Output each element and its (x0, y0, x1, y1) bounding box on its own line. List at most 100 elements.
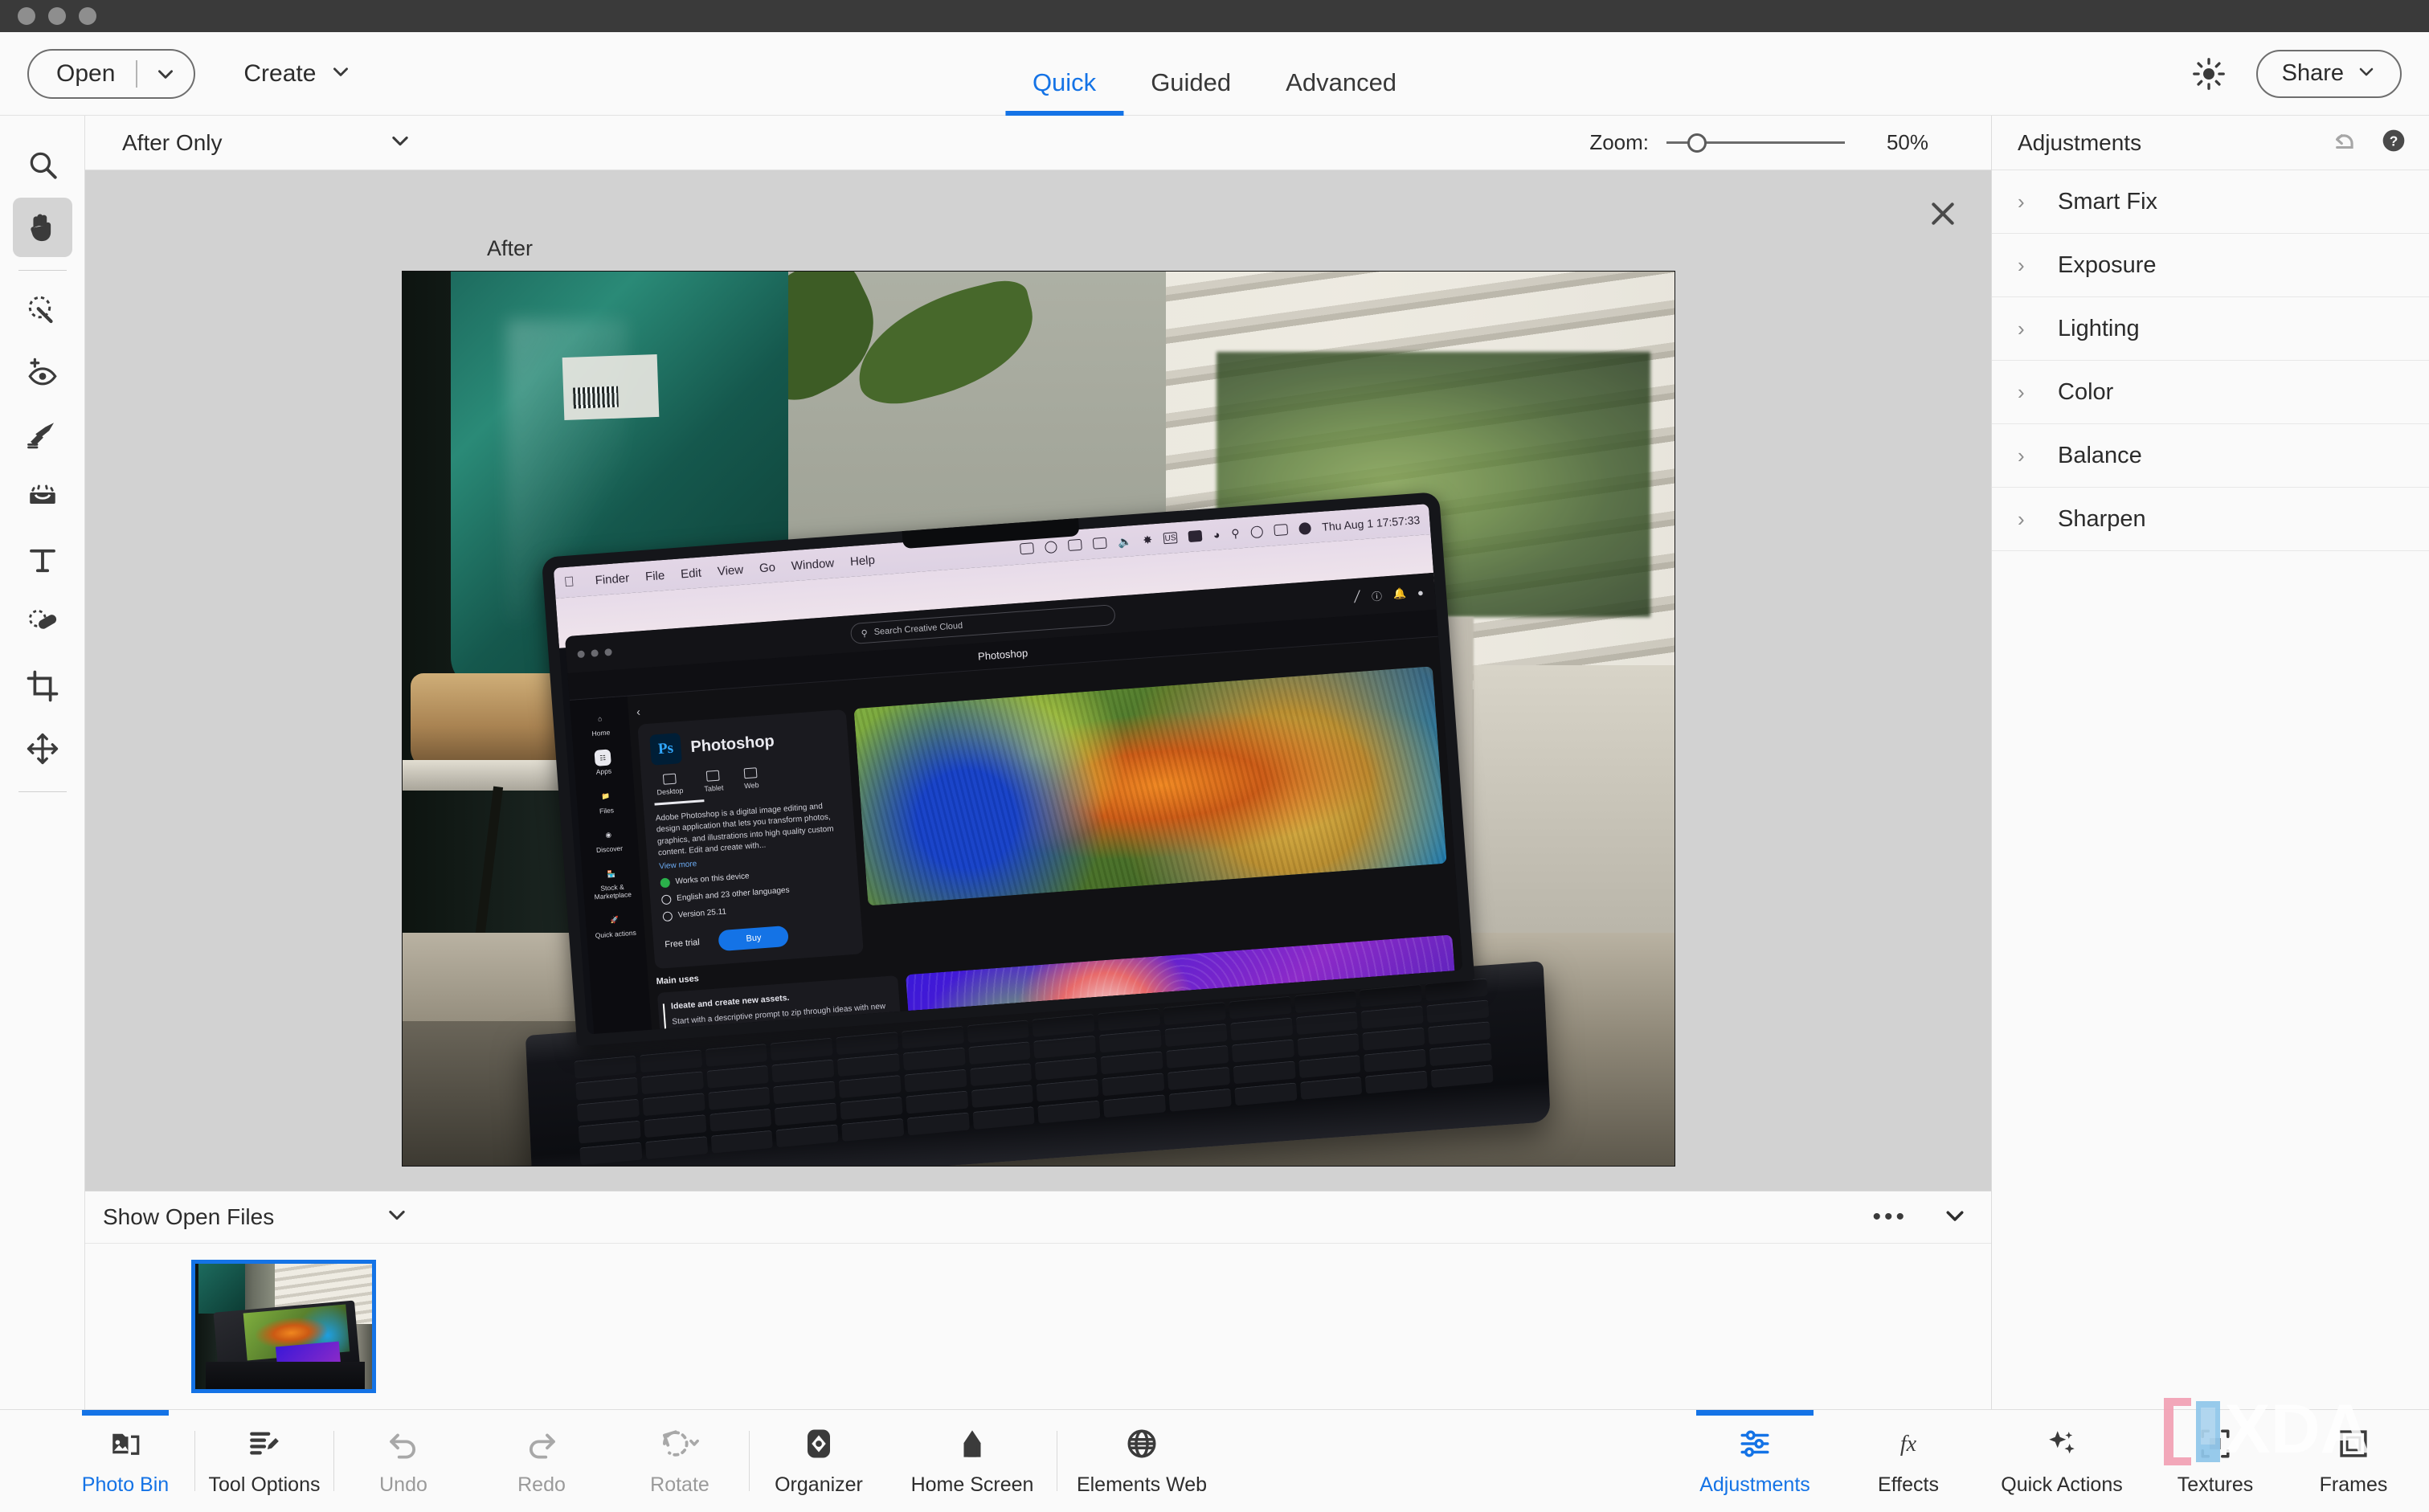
share-button[interactable]: Share (2255, 49, 2402, 98)
photo-pot-sticker (562, 353, 659, 421)
cc-rail-apps: ☷ Apps (593, 749, 611, 777)
tab-advanced[interactable]: Advanced (1258, 70, 1424, 116)
adjustment-lighting[interactable]: › Lighting (1992, 297, 2429, 361)
bottom-tool-options[interactable]: Tool Options (195, 1410, 333, 1512)
tool-options-icon (247, 1425, 281, 1462)
bottom-quick-actions[interactable]: Quick Actions (1977, 1410, 2146, 1512)
bottom-redo[interactable]: Redo (472, 1410, 611, 1512)
close-image-button[interactable] (1924, 194, 1962, 233)
zoom-tool[interactable] (13, 135, 72, 194)
bottom-undo[interactable]: Undo (334, 1410, 472, 1512)
tab-quick[interactable]: Quick (1004, 70, 1124, 116)
mac-menu-edit: Edit (669, 566, 701, 582)
brush-icon (27, 423, 54, 449)
cc-help-icon: ⓘ (1370, 590, 1382, 603)
window-minimize-button[interactable] (48, 7, 66, 25)
cc-rail-quick-actions: 🚀 Quick actions (593, 911, 636, 940)
quick-selection-tool[interactable] (13, 280, 72, 340)
bottom-adjustments-label: Adjustments (1699, 1473, 1810, 1496)
bottom-home-screen[interactable]: Home Screen (888, 1410, 1057, 1512)
open-button[interactable]: Open (27, 48, 196, 99)
app-menubar: Open Create Quick Guided Advanced Share (0, 32, 2429, 116)
cc-content: ⌂ Home ☷ Apps 📁 Files ◉ Discover 🏪 Stock… (569, 637, 1462, 1034)
teeth-whitening-tool[interactable] (13, 468, 72, 528)
mac-status-clock: Thu Aug 1 17:57:33 (1321, 513, 1421, 533)
bottom-rotate[interactable]: Rotate (611, 1410, 749, 1512)
textures-icon (2198, 1425, 2232, 1462)
bottom-photo-bin[interactable]: Photo Bin (56, 1410, 194, 1512)
mode-tabs: Quick Guided Advanced (1004, 32, 1424, 116)
cc-rail-files: 📁 Files (597, 788, 615, 815)
stage-manager-icon (1067, 538, 1082, 552)
image-canvas[interactable]: After Finder File Edit View Go Window He… (85, 170, 1991, 1191)
window-maximize-button[interactable] (79, 7, 96, 25)
create-button[interactable]: Create (229, 49, 366, 99)
zoom-slider-thumb[interactable] (1687, 133, 1707, 153)
adjustment-sharpen[interactable]: › Sharpen (1992, 488, 2429, 551)
view-mode-select[interactable]: After Only (122, 129, 411, 157)
cc-rail-files-label: Files (599, 806, 614, 815)
adjustment-color[interactable]: › Color (1992, 361, 2429, 424)
window-close-button[interactable] (18, 7, 35, 25)
hand-tool[interactable] (12, 198, 72, 257)
thumbnail-keyboard (206, 1361, 366, 1389)
help-circle-icon[interactable]: ? (2381, 128, 2407, 157)
mac-menu-help: Help (839, 553, 875, 570)
chevron-right-icon: › (2018, 379, 2025, 404)
tab-guided[interactable]: Guided (1123, 70, 1258, 116)
type-tool[interactable] (13, 531, 72, 590)
view-toolbar: After Only Zoom: 50% (85, 116, 1991, 170)
bottom-organizer-label: Organizer (775, 1473, 863, 1496)
cc-toolbar-right: ╱ ⓘ 🔔 ● (1353, 584, 1424, 604)
adjustments-panel-title: Adjustments (2018, 129, 2142, 155)
photo-bin-thumbnail[interactable] (191, 1260, 376, 1393)
cc-close-dot (576, 649, 585, 658)
cc-rail-discover-label: Discover (595, 844, 623, 855)
organizer-icon (802, 1425, 836, 1462)
spot-healing-tool[interactable] (13, 594, 72, 653)
chevron-down-icon[interactable] (137, 63, 194, 84)
bottom-adjustments[interactable]: Adjustments (1670, 1410, 1839, 1512)
bottom-elements-web[interactable]: Elements Web (1057, 1410, 1226, 1512)
adjustment-exposure[interactable]: › Exposure (1992, 234, 2429, 297)
platform-desktop: Desktop (655, 773, 683, 796)
bottom-redo-label: Redo (517, 1473, 566, 1496)
chevron-right-icon: › (2018, 252, 2025, 277)
tool-strip (0, 116, 85, 1409)
bottom-organizer[interactable]: Organizer (750, 1410, 888, 1512)
bottom-textures[interactable]: Textures (2146, 1410, 2284, 1512)
grid-apps-icon: ☷ (593, 749, 611, 767)
zoom-slider[interactable] (1666, 132, 1845, 154)
move-arrows-icon (27, 733, 58, 765)
photo-image[interactable]:  Finder File Edit View Go Window Help (401, 271, 1675, 1167)
bottom-rotate-label: Rotate (650, 1473, 709, 1496)
text-t-icon (29, 549, 55, 573)
check-circle-icon (659, 877, 670, 888)
red-eye-removal-tool[interactable] (13, 343, 72, 403)
platform-tablet: Tablet (702, 770, 723, 793)
crop-tool[interactable] (13, 656, 72, 716)
bottom-frames[interactable]: Frames (2284, 1410, 2423, 1512)
open-button-label: Open (56, 59, 116, 87)
brush-tool[interactable] (13, 406, 72, 465)
close-x-icon (1932, 202, 1954, 225)
bottom-effects[interactable]: fx Effects (1839, 1410, 1977, 1512)
move-tool[interactable] (13, 719, 72, 778)
hero-texture (853, 666, 1447, 906)
photo-bin-filter-label: Show Open Files (103, 1204, 275, 1229)
adjustment-smart-fix[interactable]: › Smart Fix (1992, 170, 2429, 234)
ellipsis-icon[interactable]: ••• (1872, 1203, 1908, 1231)
cc-minimize-dot (590, 648, 599, 657)
undo-arrow-icon[interactable] (2333, 127, 2360, 158)
sun-icon[interactable] (2192, 57, 2226, 91)
tool-divider (18, 270, 67, 271)
cc-rail-home: ⌂ Home (590, 710, 610, 738)
image-state-label: After (487, 236, 534, 260)
control-center-icon (1092, 537, 1107, 550)
platform-desktop-label: Desktop (656, 786, 684, 797)
workspace: After Only Zoom: 50% After Finder File E… (0, 116, 2429, 1409)
photo-bin-filter-select[interactable]: Show Open Files (103, 1203, 408, 1232)
bottom-frames-label: Frames (2319, 1473, 2388, 1496)
chevron-down-icon[interactable] (1943, 1203, 1967, 1232)
adjustment-balance[interactable]: › Balance (1992, 424, 2429, 488)
